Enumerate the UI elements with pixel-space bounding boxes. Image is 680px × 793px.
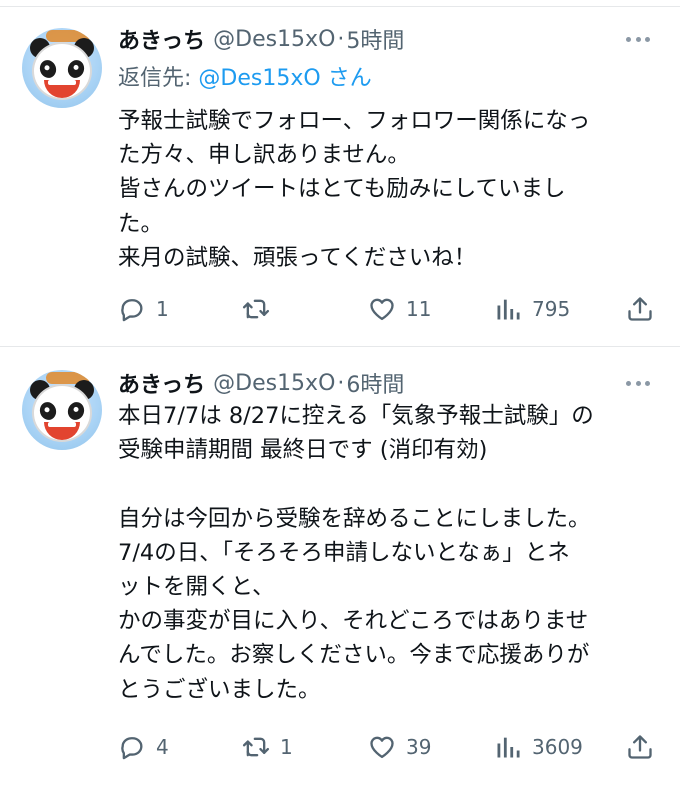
share-upload-icon — [628, 297, 652, 321]
tweet-text: 本日7/7は 8/27に控える「気象予報士試験」の 受験申請期間 最終日です (… — [118, 399, 658, 707]
reply-to-link[interactable]: @Des15xO — [198, 66, 320, 91]
views-button[interactable]: 795 — [494, 294, 570, 324]
tweet-text-line: 自分は今回から受験を辞めることにしました。 — [118, 505, 591, 532]
reply-to-suffix[interactable]: さん — [328, 66, 372, 91]
tweet-1[interactable]: あきっち @Des15xO · 5時間 返信先: @Des15xO さん 予報士… — [0, 0, 680, 346]
like-button[interactable]: 11 — [368, 294, 431, 324]
tweet-text-line: 予報士試験でフォロー、フォロワー関係になっ — [118, 108, 591, 134]
like-count: 39 — [406, 735, 432, 759]
tweet-text-line: とうございました。 — [118, 676, 321, 703]
timestamp[interactable]: 6時間 — [346, 367, 404, 399]
share-button[interactable] — [626, 294, 654, 324]
author-name[interactable]: あきっち — [118, 367, 205, 399]
more-dots-icon[interactable] — [626, 27, 650, 51]
retweet-arrows-icon — [242, 737, 270, 757]
share-upload-icon — [628, 735, 652, 759]
tweet-text-line: かの事変が目に入り、それどころではありませ — [118, 608, 589, 635]
tweet-text: 予報士試験でフォロー、フォロワー関係になっ た方々、申し訳ありません。 皆さんの… — [118, 104, 658, 275]
author-handle[interactable]: @Des15xO — [213, 27, 335, 52]
tweet-header: あきっち @Des15xO · 5時間 — [118, 23, 404, 55]
retweet-button[interactable]: 1 — [242, 732, 293, 762]
tweet-header: あきっち @Des15xO · 6時間 — [118, 367, 404, 399]
tweet-actions: 4 1 39 3609 — [118, 732, 658, 762]
tweet-text-line: んでした。お察しください。今まで応援ありが — [118, 642, 590, 669]
avatar[interactable] — [22, 370, 102, 450]
reply-bubble-icon — [121, 737, 143, 760]
tweet-text-line: 皆さんのツイートはとても励みにしていまし — [118, 176, 566, 203]
like-button[interactable]: 39 — [368, 732, 431, 762]
share-button[interactable] — [626, 732, 654, 762]
separator-dot: · — [337, 26, 345, 52]
bar-chart-icon — [497, 299, 520, 320]
heart-icon — [370, 298, 394, 321]
tweet-text-line: た。 — [118, 210, 164, 237]
tweet-text-line: 本日7/7は 8/27に控える「気象予報士試験」の — [118, 403, 594, 429]
views-button[interactable]: 3609 — [494, 732, 583, 762]
tweet-text-line: ットを開くと、 — [118, 573, 275, 600]
reply-button[interactable]: 4 — [118, 732, 169, 762]
retweet-count: 1 — [280, 735, 293, 759]
view-count: 795 — [532, 297, 571, 321]
separator-dot: · — [337, 370, 345, 396]
tweet-actions: 1 11 795 — [118, 294, 658, 324]
bar-chart-icon — [497, 737, 520, 758]
more-dots-icon[interactable] — [626, 371, 650, 395]
tweet-text-line: 7/4の日、「そろそろ申請しないとなぁ」とネ — [118, 539, 570, 566]
author-handle[interactable]: @Des15xO — [213, 371, 335, 396]
view-count: 3609 — [532, 735, 583, 759]
tweet-text-line: 受験申請期間 最終日です (消印有効) — [118, 437, 488, 464]
avatar[interactable] — [22, 28, 102, 108]
retweet-button[interactable] — [242, 294, 280, 324]
reply-count: 1 — [156, 297, 169, 321]
reply-to-prefix: 返信先: — [118, 66, 199, 91]
timestamp[interactable]: 5時間 — [346, 23, 404, 55]
reply-button[interactable]: 1 — [118, 294, 169, 324]
reply-bubble-icon — [121, 299, 143, 322]
tweet-2[interactable]: あきっち @Des15xO · 6時間 本日7/7は 8/27に控える「気象予報… — [0, 346, 680, 793]
retweet-arrows-icon — [242, 299, 270, 319]
tweet-text-line: た方々、申し訳ありません。 — [118, 142, 410, 169]
like-count: 11 — [406, 297, 432, 321]
heart-icon — [370, 736, 394, 759]
tweet-text-line — [118, 467, 658, 501]
reply-count: 4 — [156, 735, 169, 759]
tweet-text-line: 来月の試験、頑張ってくださいね！ — [118, 244, 477, 271]
author-name[interactable]: あきっち — [118, 23, 205, 55]
reply-to: 返信先: @Des15xO さん — [118, 60, 372, 92]
